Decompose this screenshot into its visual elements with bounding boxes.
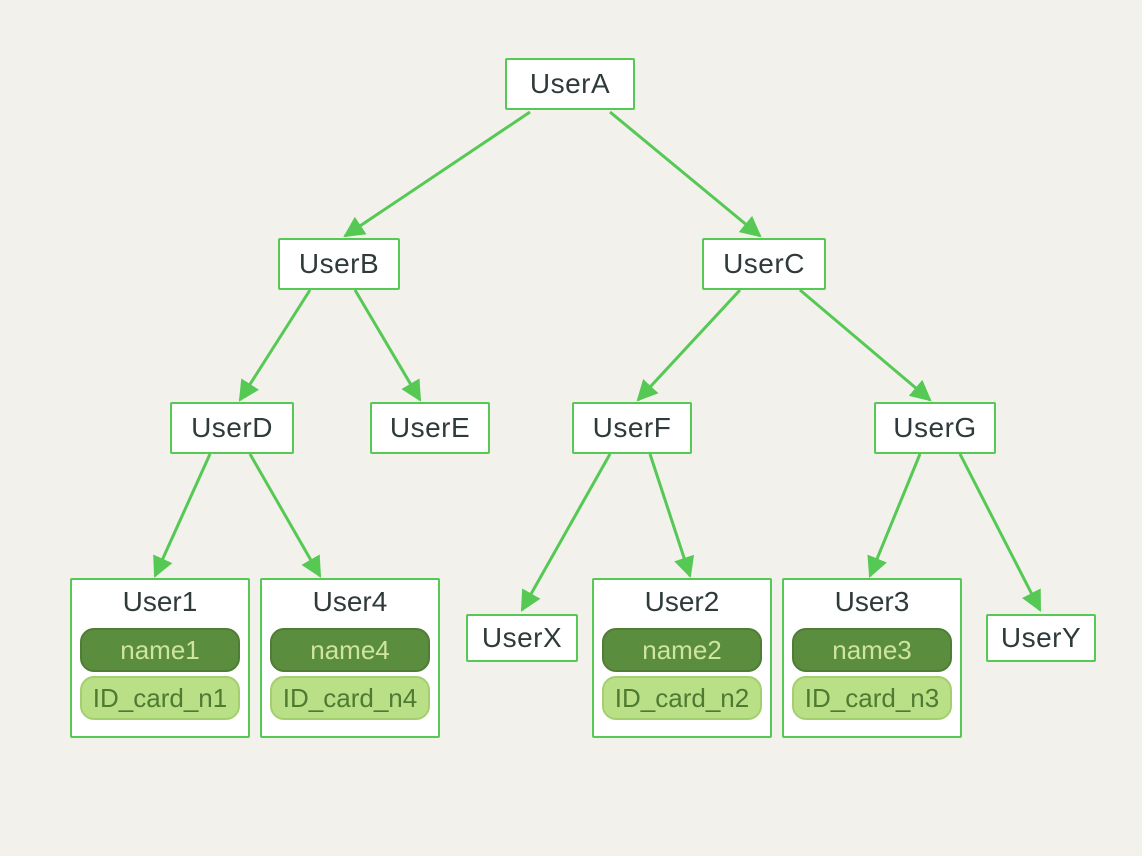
- edge-a-c: [610, 112, 760, 236]
- leaf-user4-name: name4: [270, 628, 430, 672]
- edge-a-b: [345, 112, 530, 236]
- edge-b-d: [240, 290, 310, 400]
- edge-d-user4: [250, 454, 320, 576]
- edge-c-f: [638, 290, 740, 400]
- node-user-f: UserF: [572, 402, 692, 454]
- edge-g-usery: [960, 454, 1040, 610]
- node-user-g: UserG: [874, 402, 996, 454]
- leaf-user3-idcard: ID_card_n3: [792, 676, 952, 720]
- leaf-user1-title: User1: [123, 586, 198, 618]
- node-user-e: UserE: [370, 402, 490, 454]
- leaf-user3: User3 name3 ID_card_n3: [782, 578, 962, 738]
- leaf-user2-idcard: ID_card_n2: [602, 676, 762, 720]
- leaf-user1-name: name1: [80, 628, 240, 672]
- leaf-user3-name: name3: [792, 628, 952, 672]
- leaf-user1: User1 name1 ID_card_n1: [70, 578, 250, 738]
- node-user-d: UserD: [170, 402, 294, 454]
- leaf-user3-title: User3: [835, 586, 910, 618]
- tree-diagram: UserA UserB UserC UserD UserE UserF User…: [0, 0, 1142, 856]
- edge-b-e: [355, 290, 420, 400]
- edge-d-user1: [155, 454, 210, 576]
- node-user-c: UserC: [702, 238, 826, 290]
- node-user-a: UserA: [505, 58, 635, 110]
- edge-c-g: [800, 290, 930, 400]
- leaf-user1-idcard: ID_card_n1: [80, 676, 240, 720]
- node-user-b: UserB: [278, 238, 400, 290]
- leaf-user4: User4 name4 ID_card_n4: [260, 578, 440, 738]
- edge-f-user2: [650, 454, 690, 576]
- edge-g-user3: [870, 454, 920, 576]
- leaf-user2-name: name2: [602, 628, 762, 672]
- node-user-y: UserY: [986, 614, 1096, 662]
- leaf-user4-title: User4: [313, 586, 388, 618]
- leaf-user2-title: User2: [645, 586, 720, 618]
- leaf-user4-idcard: ID_card_n4: [270, 676, 430, 720]
- node-user-x: UserX: [466, 614, 578, 662]
- leaf-user2: User2 name2 ID_card_n2: [592, 578, 772, 738]
